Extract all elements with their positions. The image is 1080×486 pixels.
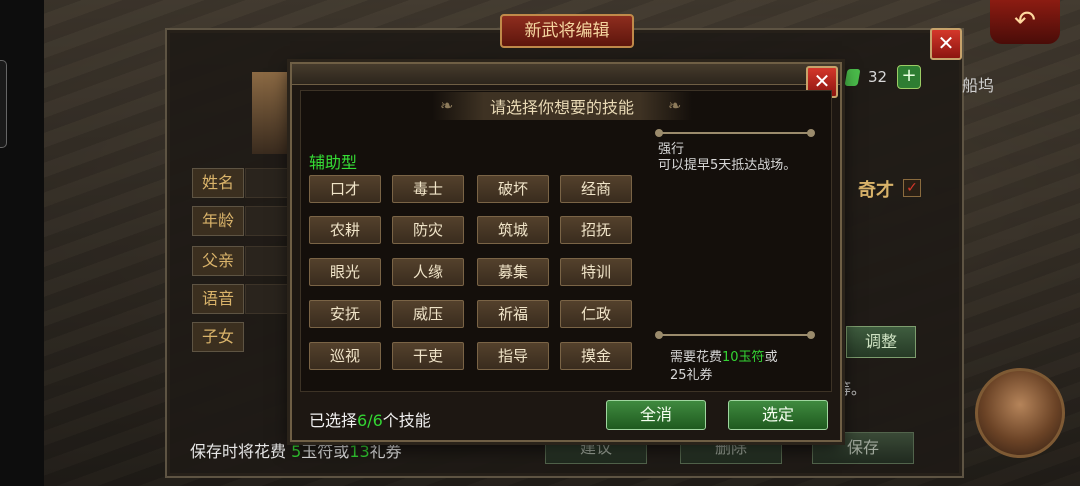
skill-desc-title: 强行 xyxy=(658,142,685,157)
skill-button[interactable]: 人缘 xyxy=(392,258,464,286)
skill-cost-line-1: 需要花费10玉符或 xyxy=(670,346,820,365)
field-input-age[interactable] xyxy=(245,206,295,236)
skill-button[interactable]: 经商 xyxy=(560,175,632,203)
avatar[interactable] xyxy=(975,368,1065,458)
skill-category-label: 辅助型 xyxy=(309,153,358,172)
skill-button[interactable]: 威压 xyxy=(392,300,464,328)
skill-button[interactable]: 祈福 xyxy=(477,300,549,328)
skill-button[interactable]: 毒士 xyxy=(392,175,464,203)
desc-bottom-divider xyxy=(655,331,815,342)
dialog-header-bar xyxy=(292,64,840,85)
trait-label: 奇才 xyxy=(858,180,894,201)
general-portrait xyxy=(252,72,292,154)
field-label-children: 子女 xyxy=(192,322,244,352)
dialog-title: 请选择你想要的技能 xyxy=(489,98,634,117)
save-note-mid: 玉符或 xyxy=(301,442,350,461)
skill-button[interactable]: 安抚 xyxy=(309,300,381,328)
skill-button[interactable]: 破坏 xyxy=(477,175,549,203)
jade-count: 32 xyxy=(868,68,888,86)
adjust-button[interactable]: 调整 xyxy=(846,326,916,358)
save-note-suffix: 礼券 xyxy=(369,442,402,461)
selected-count-note: 已选择6/6个技能 xyxy=(309,407,431,431)
save-note-coupon: 13 xyxy=(349,442,370,461)
cost-jade: 10玉符 xyxy=(722,350,765,365)
skill-description: 强行 可以提早5天抵达战场。 xyxy=(658,142,810,328)
skill-select-dialog: ✕ ❧ ❧ 请选择你想要的技能 辅助型 口才 毒士 破坏 经商 农耕 防灾 筑城 招抚 眼光 人缘… xyxy=(290,62,842,442)
cost-mid: 或 xyxy=(764,350,778,365)
side-handle[interactable] xyxy=(0,60,7,148)
clear-all-button[interactable]: 全消 xyxy=(606,400,706,430)
side-location-text: 船坞 xyxy=(962,76,995,95)
skill-button[interactable]: 口才 xyxy=(309,175,381,203)
skill-button[interactable]: 防灾 xyxy=(392,216,464,244)
confirm-button[interactable]: 选定 xyxy=(728,400,828,430)
add-jade-button[interactable]: + xyxy=(897,65,921,89)
skill-button[interactable]: 筑城 xyxy=(477,216,549,244)
skill-button[interactable]: 农耕 xyxy=(309,216,381,244)
skill-button[interactable]: 巡视 xyxy=(309,342,381,370)
skill-button[interactable]: 干吏 xyxy=(392,342,464,370)
desc-top-divider xyxy=(655,129,815,140)
cost-prefix: 需要花费 xyxy=(670,350,723,365)
cost-coupon: 25礼券 xyxy=(670,368,713,383)
field-label-age: 年龄 xyxy=(192,206,244,236)
save-note-prefix: 保存时将花费 xyxy=(190,442,287,461)
skill-button[interactable]: 募集 xyxy=(477,258,549,286)
trait-checkbox[interactable]: ✓ xyxy=(903,179,921,197)
save-note-jade: 5 xyxy=(291,442,302,461)
skill-button[interactable]: 摸金 xyxy=(560,342,632,370)
editor-title: 新武将编辑 xyxy=(500,14,634,48)
field-input-voice[interactable] xyxy=(245,284,295,314)
selected-suffix: 个技能 xyxy=(382,411,431,430)
field-label-name: 姓名 xyxy=(192,168,244,198)
skill-button[interactable]: 指导 xyxy=(477,342,549,370)
skill-button[interactable]: 仁政 xyxy=(560,300,632,328)
skill-button[interactable]: 招抚 xyxy=(560,216,632,244)
skill-button[interactable]: 眼光 xyxy=(309,258,381,286)
selected-prefix: 已选择 xyxy=(309,411,358,430)
field-label-voice: 语音 xyxy=(192,284,244,314)
field-input-name[interactable] xyxy=(245,168,295,198)
editor-close-button[interactable]: ✕ xyxy=(930,28,962,60)
skill-desc-body: 可以提早5天抵达战场。 xyxy=(658,158,797,173)
selected-count: 6/6 xyxy=(357,411,383,430)
field-input-father[interactable] xyxy=(245,246,295,276)
field-label-father: 父亲 xyxy=(192,246,244,276)
skill-button[interactable]: 特训 xyxy=(560,258,632,286)
return-icon[interactable]: ↶ xyxy=(990,0,1060,44)
